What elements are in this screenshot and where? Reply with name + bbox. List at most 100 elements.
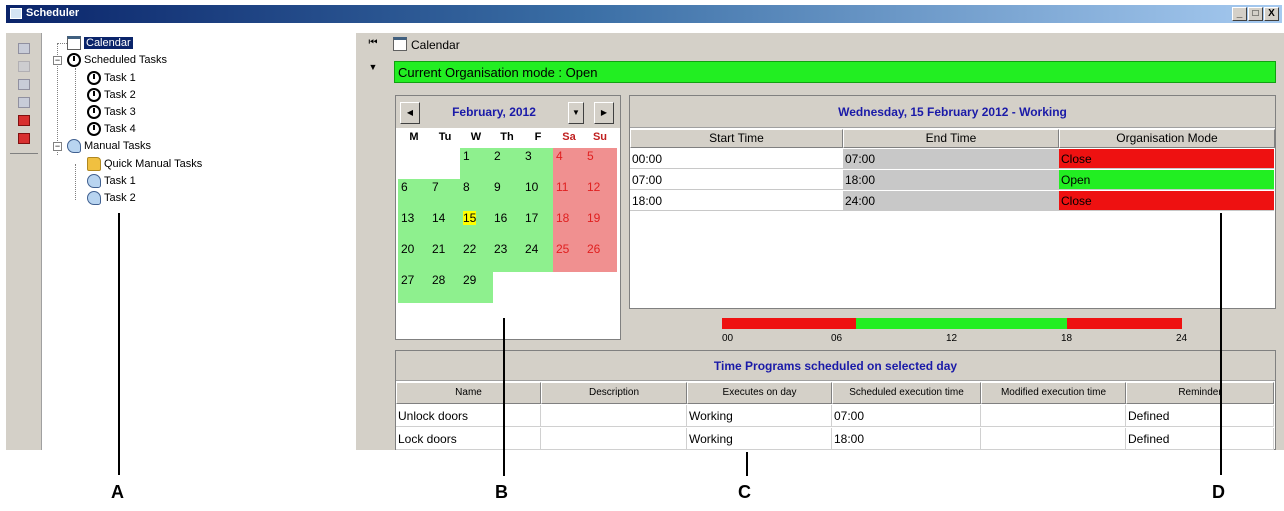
column-header-start-time[interactable]: Start Time — [630, 129, 843, 148]
maximize-button[interactable]: □ — [1248, 7, 1263, 21]
calendar-day[interactable]: 25 — [553, 241, 586, 272]
programs-cell: Working — [687, 405, 832, 427]
timeline-tick-label: 12 — [946, 333, 958, 344]
tree-item-scheduled-task-1[interactable]: Task 1 — [87, 70, 136, 86]
calendar-day[interactable]: 20 — [398, 241, 431, 272]
calendar-day[interactable]: 14 — [429, 210, 462, 241]
clock-icon — [87, 105, 101, 119]
toolbar-edit-icon[interactable] — [18, 79, 30, 90]
programs-column-header[interactable]: Modified execution time — [981, 382, 1126, 404]
calendar-day[interactable]: 4 — [553, 148, 586, 179]
month-dropdown-button[interactable]: ▼ — [568, 102, 584, 124]
tree-item-label: Task 1 — [104, 175, 136, 187]
manual-task-icon — [67, 139, 81, 153]
calendar-day[interactable]: 7 — [429, 179, 462, 210]
column-header-end-time[interactable]: End Time — [843, 129, 1059, 148]
previous-month-button[interactable]: ◀ — [400, 102, 420, 124]
calendar-day[interactable]: 22 — [460, 241, 493, 272]
title-bar: Scheduler _ □ X — [6, 5, 1282, 23]
calendar-day[interactable]: 21 — [429, 241, 462, 272]
calendar-day[interactable]: 28 — [429, 272, 462, 303]
timeline-tick-label: 24 — [1176, 333, 1188, 344]
tree-item-calendar[interactable]: Calendar — [67, 35, 133, 51]
calendar-day[interactable]: 18 — [553, 210, 586, 241]
calendar-day[interactable]: 2 — [491, 148, 524, 179]
programs-column-header[interactable]: Description — [541, 382, 687, 404]
tree-item-scheduled-tasks[interactable]: Scheduled Tasks — [67, 52, 167, 68]
tree-item-manual-label: Manual Tasks — [84, 140, 152, 152]
cell-organisation-mode[interactable]: Close — [1059, 191, 1274, 211]
tree-item-manual-task-1[interactable]: Task 1 — [87, 173, 136, 189]
programs-cell: 07:00 — [832, 405, 981, 427]
expand-panel-button[interactable]: ▼ — [366, 60, 380, 74]
programs-column-header[interactable]: Scheduled execution time — [832, 382, 981, 404]
programs-cell: Working — [687, 428, 832, 450]
collapse-manual-toggle[interactable]: − — [53, 142, 62, 151]
tree-item-label: Quick Manual Tasks — [104, 158, 203, 170]
cell-organisation-mode[interactable]: Close — [1059, 149, 1274, 169]
calendar-day[interactable]: 11 — [553, 179, 586, 210]
callout-a: A — [111, 482, 124, 502]
tree-item-scheduled-task-4[interactable]: Task 4 — [87, 121, 136, 137]
timeline-tick-label: 06 — [831, 333, 843, 344]
toolbar-properties-icon[interactable] — [18, 97, 30, 108]
calendar-day[interactable]: 29 — [460, 272, 493, 303]
calendar-day[interactable]: 10 — [522, 179, 555, 210]
calendar-month-label: February, 2012 — [452, 105, 536, 119]
programs-column-header[interactable]: Executes on day — [687, 382, 832, 404]
next-month-button[interactable]: ▶ — [594, 102, 614, 124]
calendar-day[interactable]: 1 — [460, 148, 493, 179]
callout-b: B — [495, 482, 508, 502]
clock-icon — [87, 122, 101, 136]
tree-item-manual-task-2[interactable]: Task 2 — [87, 190, 136, 206]
calendar-day[interactable]: 19 — [584, 210, 617, 241]
tree-item-scheduled-task-2[interactable]: Task 2 — [87, 87, 136, 103]
collapse-panel-button[interactable]: ⏮ — [366, 36, 380, 50]
panel-title: Calendar — [411, 38, 460, 52]
tree-item-label: Task 2 — [104, 192, 136, 204]
organisation-mode-bar: Current Organisation mode : Open — [394, 61, 1276, 83]
calendar-day[interactable]: 6 — [398, 179, 431, 210]
window-title: Scheduler — [26, 7, 80, 19]
toolbar-remove-icon[interactable] — [18, 133, 30, 144]
calendar-day[interactable]: 3 — [522, 148, 555, 179]
programs-cell — [541, 405, 687, 427]
programs-cell: Defined — [1126, 428, 1274, 450]
day-schedule-table: Wednesday, 15 February 2012 - Working St… — [629, 95, 1276, 309]
calendar-day[interactable]: 16 — [491, 210, 524, 241]
calendar-day[interactable]: 24 — [522, 241, 555, 272]
callout-d: D — [1212, 482, 1225, 502]
calendar-day[interactable]: 9 — [491, 179, 524, 210]
tree-item-calendar-label: Calendar — [84, 37, 133, 49]
calendar-icon — [393, 37, 407, 51]
calendar-day-selected[interactable]: 15 — [460, 210, 493, 241]
programs-column-header[interactable]: Reminder — [1126, 382, 1274, 404]
calendar-icon — [67, 36, 81, 50]
column-header-organisation-mode[interactable]: Organisation Mode — [1059, 129, 1275, 148]
calendar-day[interactable]: 26 — [584, 241, 617, 272]
clock-icon — [67, 53, 81, 67]
time-programs-table: Time Programs scheduled on selected day … — [395, 350, 1276, 450]
minimize-button[interactable]: _ — [1232, 7, 1247, 21]
weekday-header: M — [409, 131, 419, 143]
close-button[interactable]: X — [1264, 7, 1279, 21]
cell-organisation-mode[interactable]: Open — [1059, 170, 1274, 190]
calendar-day[interactable]: 8 — [460, 179, 493, 210]
timeline-segment — [1067, 318, 1182, 329]
calendar-day[interactable]: 23 — [491, 241, 524, 272]
calendar-day[interactable]: 12 — [584, 179, 617, 210]
collapse-scheduled-toggle[interactable]: − — [53, 56, 62, 65]
toolbar-copy-icon[interactable] — [18, 61, 30, 72]
tree-item-scheduled-task-3[interactable]: Task 3 — [87, 104, 136, 120]
timeline-segment — [722, 318, 857, 329]
calendar-day[interactable]: 17 — [522, 210, 555, 241]
toolbar-new-icon[interactable] — [18, 43, 30, 54]
calendar-day[interactable]: 13 — [398, 210, 431, 241]
tree-item-quick-manual-tasks[interactable]: Quick Manual Tasks — [87, 156, 202, 172]
calendar-day[interactable]: 27 — [398, 272, 431, 303]
calendar-day[interactable]: 5 — [584, 148, 617, 179]
organisation-mode-text: Current Organisation mode : Open — [398, 65, 598, 80]
tree-item-manual-tasks[interactable]: Manual Tasks — [67, 138, 151, 154]
toolbar-delete-icon[interactable] — [18, 115, 30, 126]
programs-column-header[interactable]: Name — [396, 382, 541, 404]
